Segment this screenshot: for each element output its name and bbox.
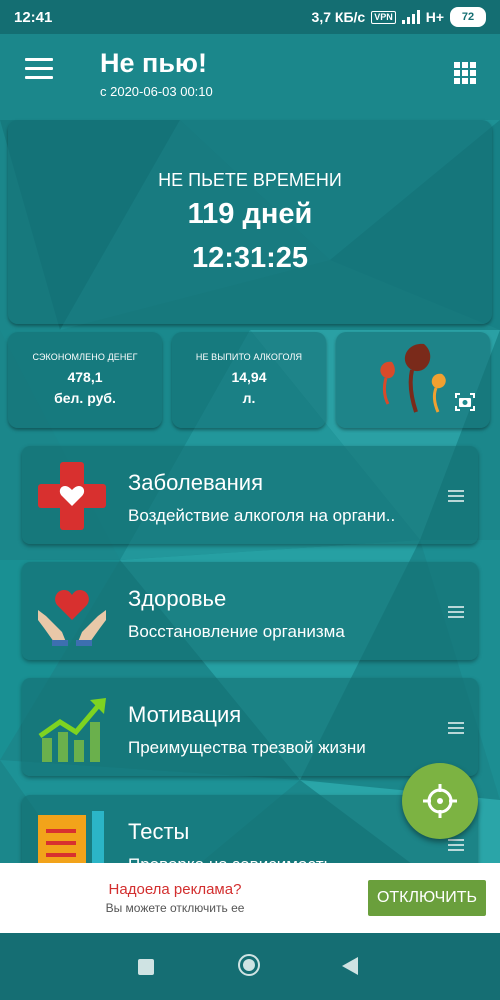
system-nav-bar [0,933,500,1000]
card-title: Мотивация [128,702,242,727]
status-bar: 12:41 3,7 КБ/с VPN H+ 72 [0,0,500,34]
growth-chart-icon [38,698,106,762]
money-saved-unit: бел. руб. [54,390,116,406]
card-diseases[interactable]: Заболевания Воздействие алкоголя на орга… [22,446,478,544]
grid-menu-icon[interactable] [454,62,476,84]
card-motivation[interactable]: Мотивация Преимущества трезвой жизни [22,678,478,776]
network-type: H+ [425,9,444,25]
drag-handle-icon[interactable] [448,606,464,621]
network-speed: 3,7 КБ/с [311,9,366,25]
crosshair-icon [423,784,457,818]
photo-tile[interactable] [336,332,490,428]
card-title: Здоровье [128,586,227,611]
card-description: Восстановление организма [128,622,345,641]
timer-days: 119 дней [187,198,313,230]
vpn-icon: VPN [371,10,396,24]
alcohol-not-drunk-label: НЕ ВЫПИТО АЛКОГОЛЯ [195,352,303,362]
back-icon[interactable] [342,957,358,975]
card-title: Заболевания [128,470,263,495]
card-description: Преимущества трезвой жизни [128,738,366,757]
alcohol-not-drunk-unit: л. [242,390,256,406]
crosshair-fab-button[interactable] [402,763,478,839]
battery-icon: 72 [450,7,486,27]
ad-banner: Надоела реклама? Вы можете отключить ее … [0,863,500,933]
status-time: 12:41 [14,8,53,26]
home-icon[interactable] [238,954,260,976]
hands-heart-icon [38,590,106,646]
card-health[interactable]: Здоровье Восстановление организма [22,562,478,660]
app-subtitle: с 2020-06-03 00:10 [100,84,213,99]
disable-ads-button[interactable]: ОТКЛЮЧИТЬ [368,880,486,916]
camera-icon[interactable] [453,390,477,414]
signal-icon [401,10,420,24]
money-saved-label: СЭКОНОМЛЕНО ДЕНЕГ [32,352,138,362]
drag-handle-icon[interactable] [448,722,464,737]
ad-subtitle: Вы можете отключить ее [105,901,245,915]
menu-icon[interactable] [25,58,53,82]
card-title: Тесты [128,819,190,844]
card-description: Воздействие алкоголя на органи.. [128,506,396,525]
ad-title: Надоела реклама? [108,881,242,898]
sober-timer-panel: НЕ ПЬЕТЕ ВРЕМЕНИ 119 дней 12:31:25 [8,120,492,324]
medical-cross-heart-icon [38,462,106,530]
app-bar: Не пью! с 2020-06-03 00:10 [0,34,500,112]
app-title: Не пью! [100,48,207,78]
timer-label: НЕ ПЬЕТЕ ВРЕМЕНИ [158,170,342,190]
alcohol-not-drunk-tile[interactable]: НЕ ВЫПИТО АЛКОГОЛЯ 14,94 л. [172,332,326,428]
drag-handle-icon[interactable] [448,490,464,505]
recents-icon[interactable] [138,959,154,975]
money-saved-value: 478,1 [67,369,103,385]
drag-handle-icon[interactable] [448,839,464,854]
timer-clock: 12:31:25 [191,242,309,274]
alcohol-not-drunk-value: 14,94 [231,369,267,385]
money-saved-tile[interactable]: СЭКОНОМЛЕНО ДЕНЕГ 478,1 бел. руб. [8,332,162,428]
status-icons: 3,7 КБ/с VPN H+ 72 [312,7,486,27]
